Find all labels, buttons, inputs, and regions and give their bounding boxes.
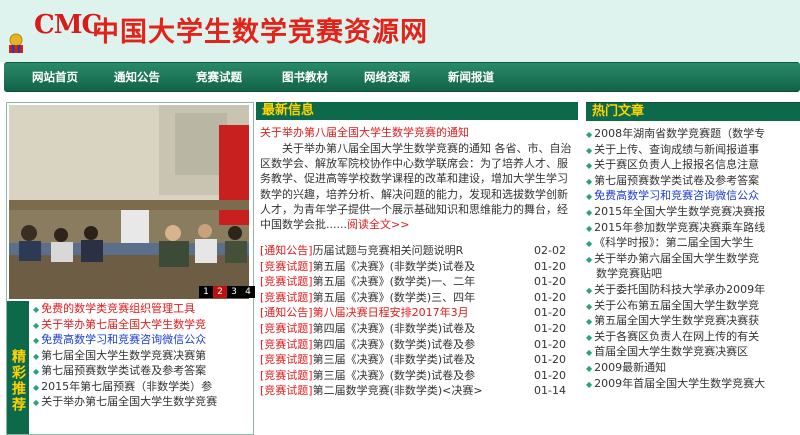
featured-link[interactable]: ◆ 关于举办第七届全国大学生数学竞	[33, 317, 253, 333]
hot-articles-heading: 热门文章	[586, 102, 800, 121]
diamond-bullet-icon: ◆	[586, 363, 593, 373]
hot-articles-panel: 热门文章 ◆ 2008年湖南省数学竞赛题（数学专 ◆ 关于上传、查询成绩与新闻报道事…	[586, 102, 800, 433]
news-row[interactable]: [竞赛试题]第二届数学竞赛(非数学类)<决赛> 01-14	[256, 383, 578, 399]
hot-article-link[interactable]: ◆ 关于举办第六届全国大学生数学竞	[586, 251, 800, 267]
main-content: 1 2 3 4 精彩推荐 ◆ 免费的数学类竞赛组织管理工具 ◆ 关于举办第七届全国大…	[0, 96, 800, 435]
meeting-photo-image	[9, 105, 249, 299]
diamond-bullet-icon: ◆	[33, 351, 40, 361]
news-row[interactable]: [通知公告]第八届决赛日程安排2017年3月 01-20	[256, 305, 578, 321]
latest-info-heading: 最新信息	[256, 102, 578, 120]
news-row[interactable]: [竞赛试题]第三届《决赛》(非数学类)试卷及 01-20	[256, 352, 578, 368]
featured-links: ◆ 免费的数学类竞赛组织管理工具 ◆ 关于举办第七届全国大学生数学竞 ◆ 免费高数学习…	[33, 301, 253, 410]
hot-article-link[interactable]: ◆ 关于公布第五届全国大学生数学竞	[586, 298, 800, 314]
hot-article-link[interactable]: ◆ 关于各赛区负责人在网上传的有关	[586, 329, 800, 345]
badge-icon	[9, 33, 23, 53]
hot-article-link[interactable]: ◆ 2015年参加数学竞赛决赛乘车路线	[586, 220, 800, 236]
hot-article-link[interactable]: ◆ 关于委托国防科技大学承办2009年	[586, 282, 800, 298]
featured-link[interactable]: ◆ 2015年第七届预赛（非数学类）参	[33, 379, 253, 395]
main-nav: 网站首页 通知公告 竞赛试题 图书教材 网络资源 新闻报道	[4, 62, 800, 92]
diamond-bullet-icon: ◆	[586, 145, 593, 155]
hot-article-link[interactable]: ◆ 关于上传、查询成绩与新闻报道事	[586, 142, 800, 158]
nav-notices[interactable]: 通知公告	[114, 69, 160, 85]
diamond-bullet-icon: ◆	[33, 382, 40, 392]
news-row[interactable]: [竞赛试题]第五届《决赛》(非数学类)试卷及 01-20	[256, 259, 578, 275]
diamond-bullet-icon: ◆	[586, 317, 593, 327]
hot-article-link[interactable]: ◆ 免费高数学习和竞赛咨询微信公众	[586, 188, 800, 204]
news-row[interactable]: [通知公告]历届试题与竞赛相关问题说明R 02-02	[256, 243, 578, 259]
diamond-bullet-icon: ◆	[586, 176, 593, 186]
featured-recommend-label: 精彩推荐	[7, 301, 29, 434]
featured-panel: 1 2 3 4 精彩推荐 ◆ 免费的数学类竞赛组织管理工具 ◆ 关于举办第七届全国大…	[6, 102, 255, 435]
diamond-bullet-icon: ◆	[33, 320, 40, 330]
diamond-bullet-icon: ◆	[586, 239, 593, 249]
diamond-bullet-icon: ◆	[586, 223, 593, 233]
slideshow-photo[interactable]	[9, 105, 249, 299]
hot-article-link[interactable]: ◆ 首届全国大学生数学竞赛决赛区	[586, 344, 800, 360]
diamond-bullet-icon: ◆	[33, 398, 40, 407]
slide-2-button[interactable]: 2	[213, 286, 227, 298]
diamond-bullet-icon: ◆	[586, 161, 593, 171]
slide-4-button[interactable]: 4	[241, 286, 255, 298]
news-row[interactable]: [竞赛试题]第四届《决赛》(非数学类)试卷及 01-20	[256, 321, 578, 337]
site-title: 中国大学生数学竞赛资源网	[92, 17, 428, 48]
featured-link[interactable]: ◆ 关于举办第七届全国大学生数学竞赛	[33, 394, 253, 410]
diamond-bullet-icon: ◆	[586, 332, 593, 342]
hot-articles-list: ◆ 2008年湖南省数学竞赛题（数学专 ◆ 关于上传、查询成绩与新闻报道事 ◆ 关于赛…	[586, 126, 800, 391]
diamond-bullet-icon: ◆	[586, 130, 593, 139]
featured-link[interactable]: ◆ 免费的数学类竞赛组织管理工具	[33, 301, 253, 317]
diamond-bullet-icon: ◆	[586, 192, 593, 202]
diamond-bullet-icon: ◆	[33, 336, 40, 345]
slide-1-button[interactable]: 1	[199, 286, 213, 298]
diamond-bullet-icon: ◆	[586, 348, 593, 358]
nav-web-resources[interactable]: 网络资源	[364, 69, 410, 85]
featured-link[interactable]: ◆ 第七届全国大学生数学竞赛决赛第	[33, 348, 253, 364]
site-header: CMC 中国大学生数学竞赛资源网	[0, 0, 800, 62]
nav-news[interactable]: 新闻报道	[448, 69, 494, 85]
diamond-bullet-icon: ◆	[586, 207, 593, 217]
diamond-bullet-icon: ◆	[33, 305, 40, 314]
hot-article-link[interactable]: ◆ 第七届预赛数学类试卷及参考答案	[586, 173, 800, 189]
diamond-bullet-icon: ◆	[586, 301, 593, 311]
diamond-bullet-icon: ◆	[586, 379, 593, 389]
latest-news-list: [通知公告]历届试题与竞赛相关问题说明R 02-02 [竞赛试题]第五届《决赛》(…	[256, 243, 578, 399]
nav-home[interactable]: 网站首页	[32, 69, 78, 85]
headline-summary: 关于举办第八届全国大学生数学竞赛的通知 各省、市、自治区数学会、解放军院校协作中…	[260, 142, 572, 232]
nav-contest-questions[interactable]: 竞赛试题	[196, 69, 242, 85]
hot-article-link[interactable]: ◆ 关于赛区负责人上报报名信息注意	[586, 157, 800, 173]
news-row[interactable]: [竞赛试题]第五届《决赛》(数学类)三、四年 01-20	[256, 290, 578, 306]
hot-article-link[interactable]: ◆ 2009年首届全国大学生数学竞赛大	[586, 376, 800, 392]
headline-link[interactable]: 关于举办第八届全国大学生数学竞赛的通知	[260, 124, 578, 140]
news-row[interactable]: [竞赛试题]第四届《决赛》(数学类)试卷及参 01-20	[256, 337, 578, 353]
slide-3-button[interactable]: 3	[227, 286, 241, 298]
read-more-link[interactable]: 阅读全文>>	[347, 218, 409, 231]
news-row[interactable]: [竞赛试题]第五届《决赛》(数学类)一、二年 01-20	[256, 274, 578, 290]
nav-books[interactable]: 图书教材	[282, 69, 328, 85]
diamond-bullet-icon: ◆	[586, 285, 593, 295]
diamond-bullet-icon: ◆	[586, 254, 593, 264]
news-row[interactable]: [竞赛试题]第三届《决赛》(数学类)试卷及参 01-20	[256, 368, 578, 384]
latest-info-panel: 最新信息 关于举办第八届全国大学生数学竞赛的通知 关于举办第八届全国大学生数学竞…	[256, 102, 578, 433]
site-logo[interactable]: CMC	[6, 6, 102, 54]
hot-article-link[interactable]: ◆ 2009最新通知	[586, 360, 800, 376]
hot-article-link[interactable]: ◆ 第五届全国大学生数学竞赛决赛获	[586, 313, 800, 329]
featured-link[interactable]: ◆ 第七届预赛数学类试卷及参考答案	[33, 363, 253, 379]
hot-article-link[interactable]: ◆ 《科学时报》：第二届全国大学生	[586, 235, 800, 251]
featured-link[interactable]: ◆ 免费高数学习和竞赛咨询微信公众	[33, 332, 253, 348]
hot-article-link[interactable]: ◆ 2008年湖南省数学竞赛题（数学专	[586, 126, 800, 142]
hot-article-link[interactable]: 数学竞赛贴吧	[586, 266, 800, 282]
diamond-bullet-icon: ◆	[33, 367, 40, 376]
hot-article-link[interactable]: ◆ 2015年全国大学生数学竞赛决赛报	[586, 204, 800, 220]
